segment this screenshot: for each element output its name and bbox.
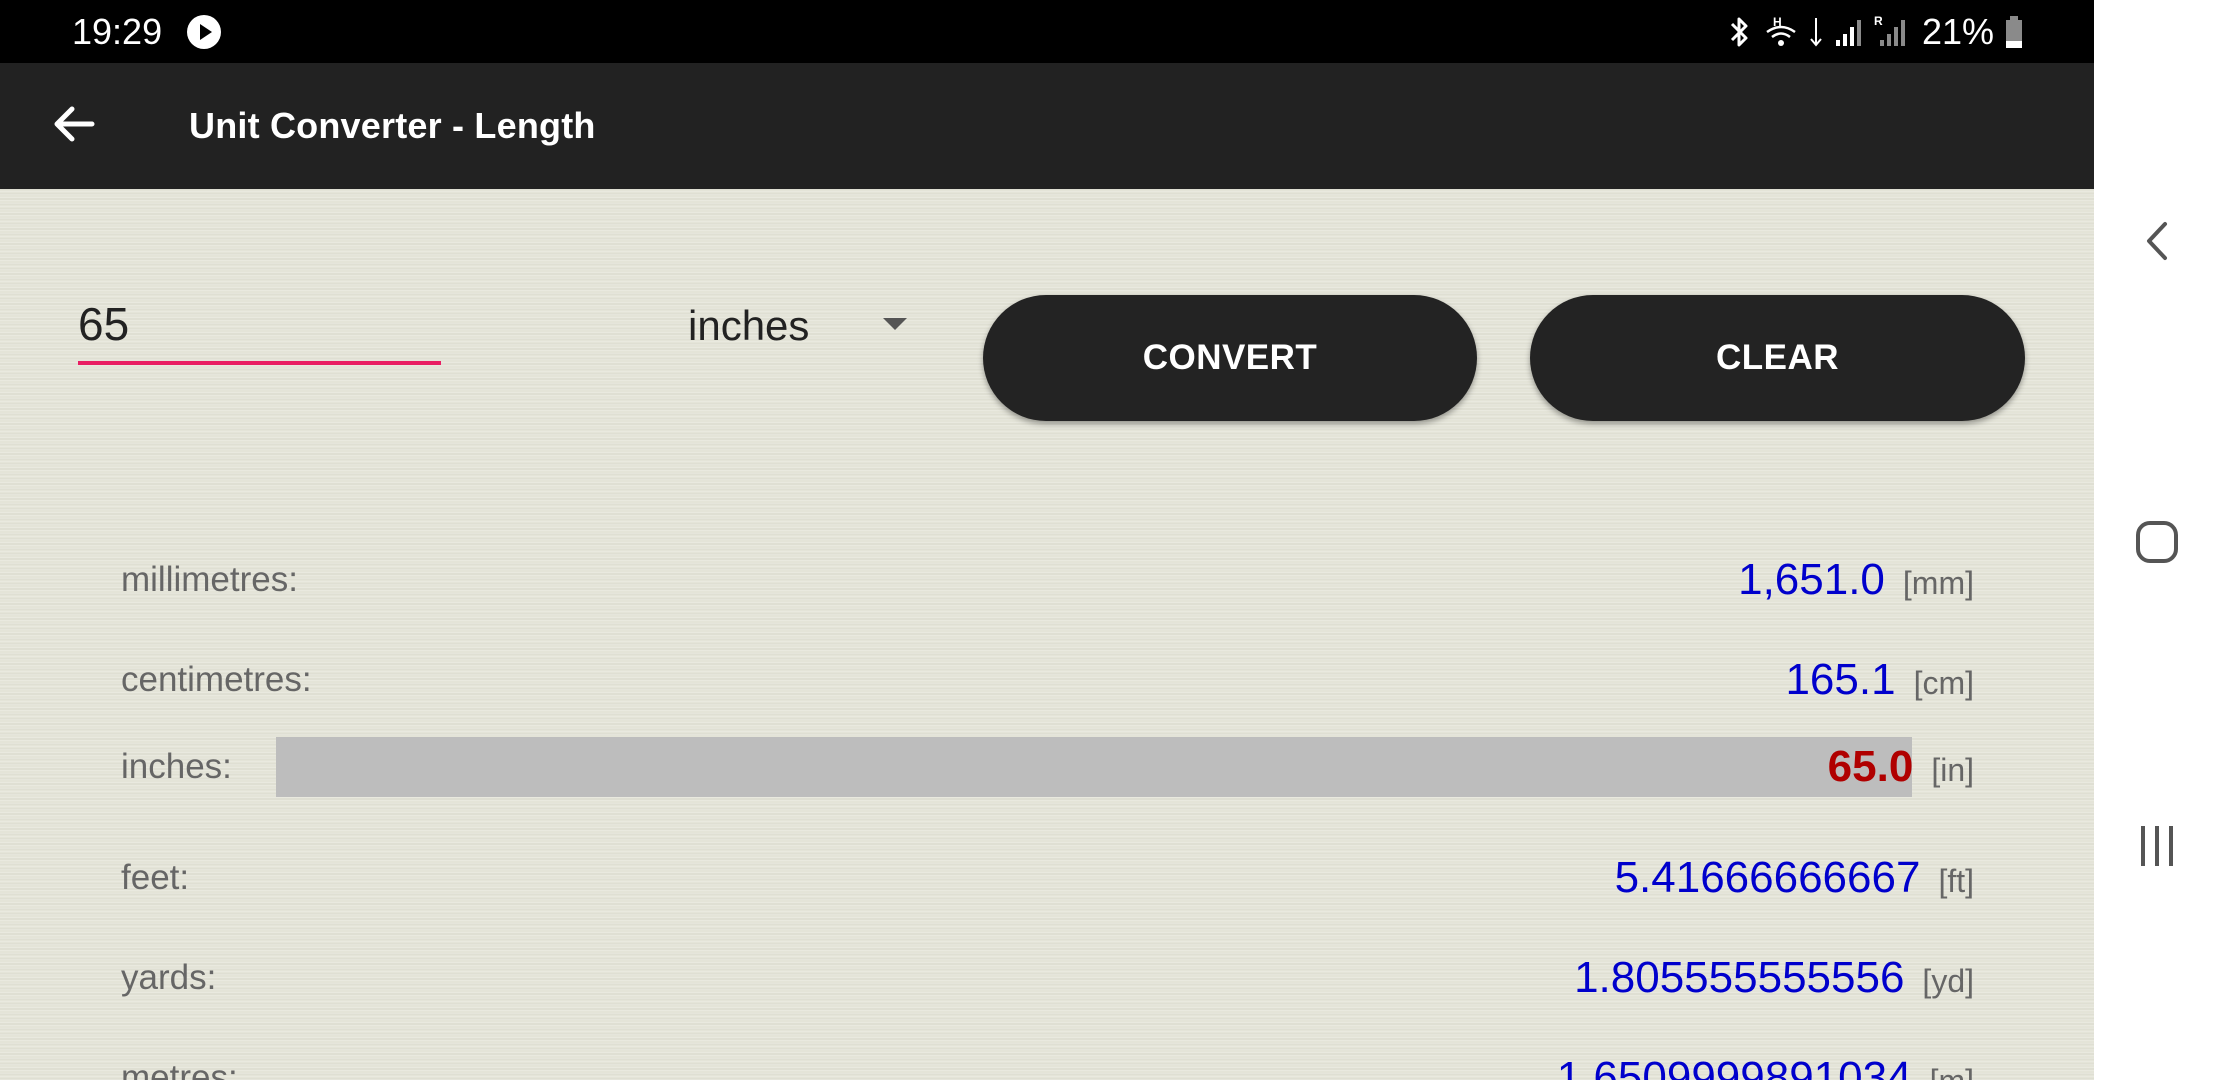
roaming-signal-icon: R <box>1874 14 1908 50</box>
nav-home-icon <box>2133 518 2181 571</box>
nav-back-icon <box>2137 216 2177 271</box>
wifi-icon: H <box>1764 14 1798 50</box>
result-value: 165.1 <box>1785 655 1896 704</box>
input-underline <box>78 361 441 365</box>
result-value-group: 1,651.0 [mm] <box>1738 554 1974 606</box>
battery-icon <box>2004 14 2024 50</box>
result-value: 65.0 <box>1827 742 1914 791</box>
page-title: Unit Converter - Length <box>189 105 596 146</box>
dropdown-arrow-icon <box>880 309 910 339</box>
result-label: centimetres: <box>121 660 312 699</box>
play-icon <box>186 14 222 50</box>
convert-button[interactable]: CONVERT <box>983 295 1477 421</box>
nav-back-button[interactable] <box>2127 213 2187 273</box>
status-time: 19:29 <box>72 11 163 52</box>
signal-icon <box>1834 14 1864 50</box>
result-unit: [cm] <box>1913 665 1974 701</box>
result-row: metres: 1.6509999891034 [m] <box>0 1048 2094 1080</box>
status-bar: 19:29 H R 21% <box>0 0 2094 63</box>
result-unit: [m] <box>1930 1061 1974 1080</box>
converter-content: inches CONVERT CLEAR millimetres: 1,651.0… <box>0 189 2094 1080</box>
bluetooth-icon <box>1724 14 1754 50</box>
result-row: inches: 65.0 [in] <box>0 737 2094 797</box>
data-arrows-icon <box>1808 14 1824 50</box>
unit-select-value: inches <box>688 302 810 349</box>
result-unit: [mm] <box>1902 565 1974 601</box>
result-value-group: 5.41666666667 [ft] <box>1615 852 1974 904</box>
selected-row-highlight <box>276 737 1912 797</box>
result-value: 1,651.0 <box>1738 555 1885 604</box>
result-value-group: 1.6509999891034 [m] <box>1557 1052 1974 1080</box>
result-row: millimetres: 1,651.0 [mm] <box>0 550 2094 610</box>
clear-button[interactable]: CLEAR <box>1530 295 2025 421</box>
result-row: yards: 1.805555555556 [yd] <box>0 948 2094 1008</box>
result-value-group: 1.805555555556 [yd] <box>1574 952 1974 1004</box>
result-unit: [ft] <box>1938 863 1974 899</box>
nav-recents-button[interactable] <box>2127 818 2187 878</box>
result-label: inches: <box>121 747 232 786</box>
result-unit: [yd] <box>1922 963 1974 999</box>
result-value: 1.6509999891034 <box>1556 1053 1912 1080</box>
result-value: 1.805555555556 <box>1574 953 1905 1002</box>
navigation-bar <box>2094 0 2220 1080</box>
battery-percent: 21% <box>1921 11 1994 52</box>
arrow-left-icon <box>50 100 98 153</box>
nav-home-button[interactable] <box>2127 514 2187 574</box>
nav-recents-icon <box>2135 822 2179 875</box>
unit-select[interactable]: inches <box>688 301 918 351</box>
back-button[interactable] <box>34 94 114 158</box>
result-value-group: 65.0 [in] <box>1828 741 1974 793</box>
result-value-group: 165.1 [cm] <box>1785 654 1974 706</box>
result-value: 5.41666666667 <box>1614 853 1921 902</box>
result-label: feet: <box>121 858 190 897</box>
result-unit: [in] <box>1931 752 1974 788</box>
result-label: metres: <box>121 1058 238 1080</box>
result-label: millimetres: <box>121 560 298 599</box>
result-row: feet: 5.41666666667 [ft] <box>0 848 2094 908</box>
status-icons: H R 21% <box>1724 10 2024 54</box>
app-bar: Unit Converter - Length <box>0 63 2094 189</box>
result-row: centimetres: 165.1 [cm] <box>0 650 2094 710</box>
value-input[interactable] <box>78 299 440 349</box>
svg-text:R: R <box>1874 14 1883 28</box>
result-label: yards: <box>121 958 217 997</box>
